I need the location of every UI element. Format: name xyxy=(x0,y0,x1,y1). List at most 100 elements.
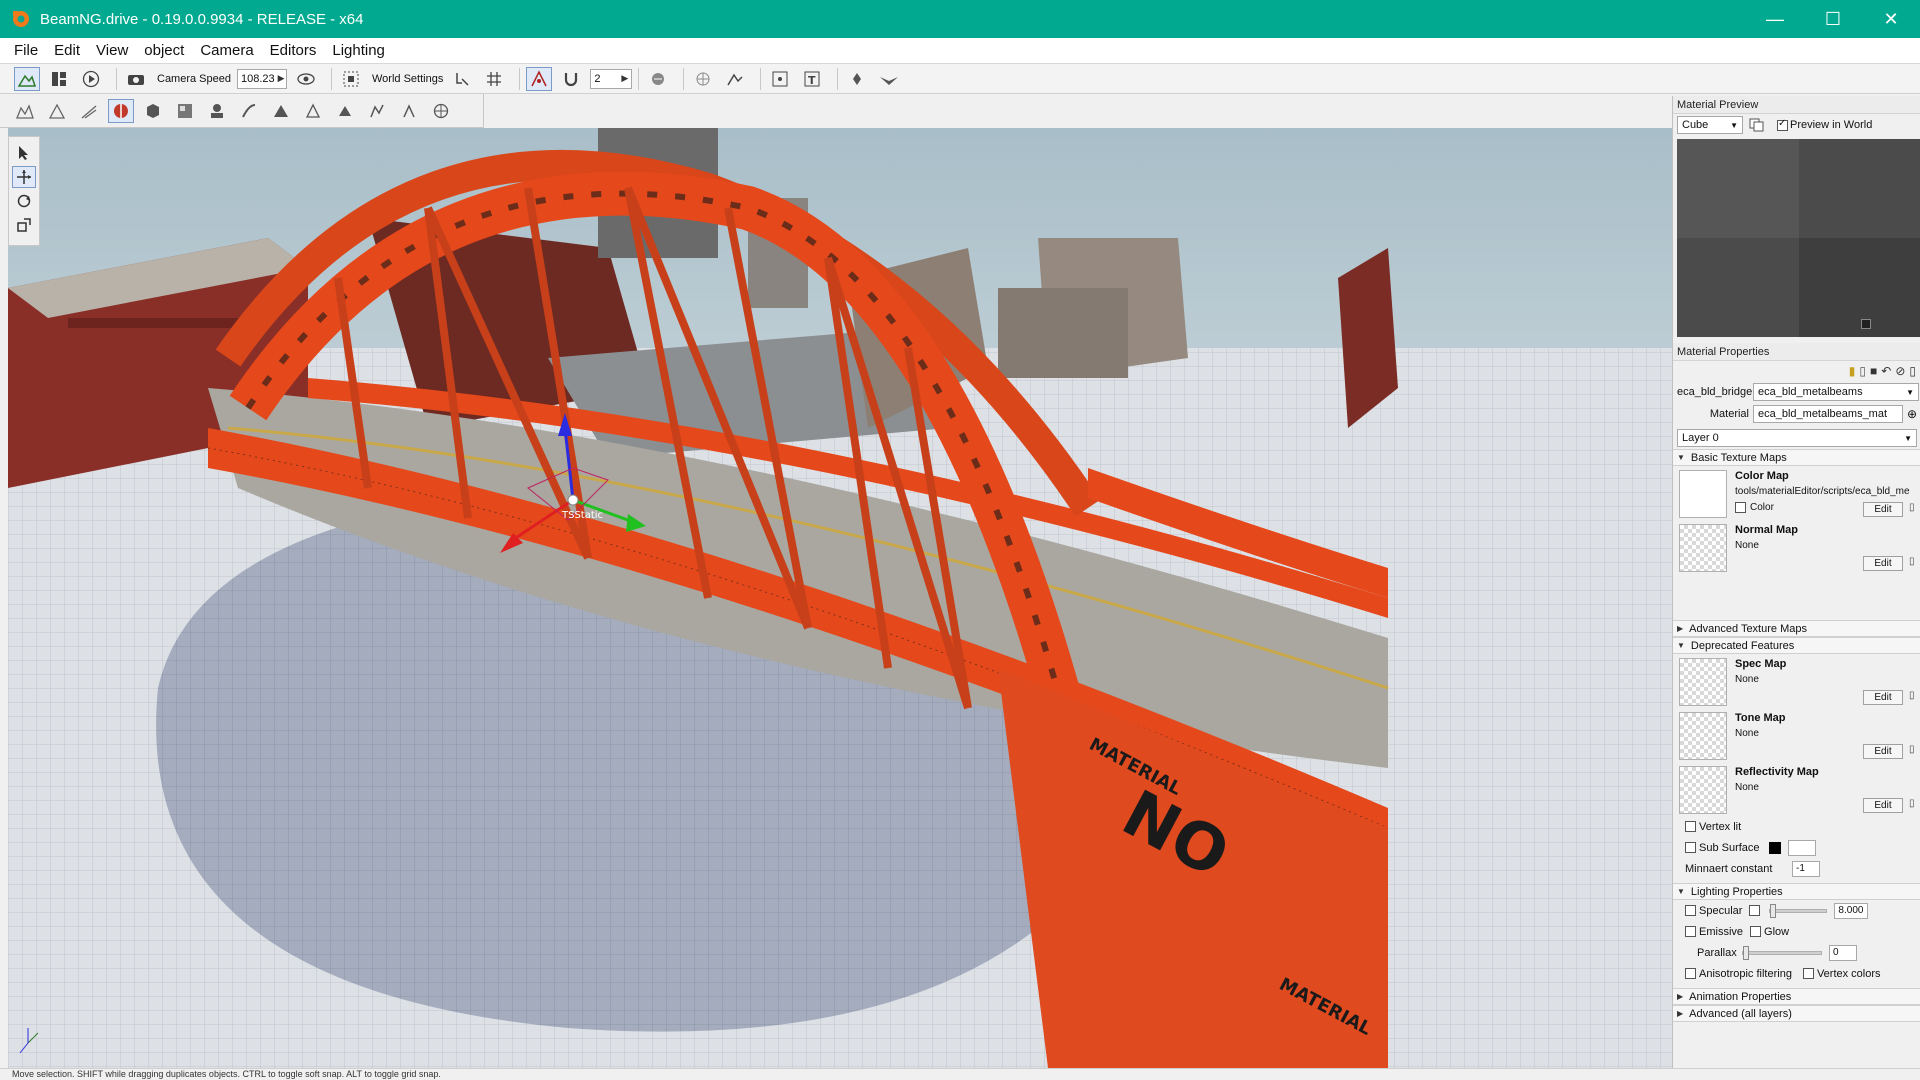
nav-mesh-icon[interactable] xyxy=(332,99,358,123)
open-folder-icon[interactable]: ▮ xyxy=(1849,364,1856,378)
globe-icon[interactable]: ⊕ xyxy=(1907,407,1917,421)
save-icon[interactable]: ■ xyxy=(1870,364,1877,378)
menu-file[interactable]: File xyxy=(0,42,46,59)
object-editor-icon[interactable] xyxy=(108,98,134,123)
eye-icon[interactable] xyxy=(293,67,319,91)
section-animation-properties[interactable]: ▶ Animation Properties xyxy=(1673,988,1920,1005)
trash-icon[interactable]: ▯ xyxy=(1909,744,1919,759)
scale-icon[interactable] xyxy=(12,214,36,236)
specular-color-swatch[interactable] xyxy=(1749,905,1761,916)
spec-map-thumbnail[interactable] xyxy=(1679,658,1727,706)
specular-power-slider[interactable] xyxy=(1769,903,1828,918)
trash-icon[interactable]: ▯ xyxy=(1909,556,1919,571)
menu-edit[interactable]: Edit xyxy=(46,42,88,59)
reflectivity-map-edit-button[interactable]: Edit xyxy=(1863,798,1903,813)
trash-icon[interactable]: ▯ xyxy=(1909,798,1919,813)
maximize-button[interactable]: ☐ xyxy=(1804,0,1862,38)
forest-icon[interactable] xyxy=(300,99,326,123)
close-button[interactable]: ✕ xyxy=(1862,0,1920,38)
delete-icon[interactable]: ▯ xyxy=(1909,364,1916,378)
vertex-colors-checkbox[interactable] xyxy=(1802,968,1814,979)
road-editor-icon[interactable] xyxy=(76,99,102,123)
normal-map-edit-button[interactable]: Edit xyxy=(1863,556,1903,571)
menu-object[interactable]: object xyxy=(136,42,192,59)
snap-icon[interactable] xyxy=(449,67,475,91)
color-checkbox[interactable] xyxy=(1735,502,1746,513)
material-icon[interactable] xyxy=(172,99,198,123)
emissive-checkbox[interactable] xyxy=(1685,926,1696,937)
terrain-snap-icon[interactable] xyxy=(645,67,671,91)
terrain-editor-icon[interactable] xyxy=(12,99,38,123)
reflectivity-map-thumbnail[interactable] xyxy=(1679,766,1727,814)
river-icon[interactable] xyxy=(236,99,262,123)
menu-editors[interactable]: Editors xyxy=(262,42,325,59)
color-map-thumbnail[interactable] xyxy=(1679,470,1727,518)
section-advanced-all-layers[interactable]: ▶ Advanced (all layers) xyxy=(1673,1005,1920,1022)
terrain-paint-icon[interactable] xyxy=(44,99,70,123)
sphere-icon[interactable] xyxy=(428,99,454,123)
object-snap-icon[interactable] xyxy=(722,67,748,91)
preview-options-icon[interactable] xyxy=(1749,118,1765,132)
section-basic-texture-maps[interactable]: ▼ Basic Texture Maps xyxy=(1673,449,1920,466)
sub-surface-checkbox[interactable] xyxy=(1685,842,1696,853)
scene-viewport[interactable]: NO MATERIAL MATERIAL TSStatic xyxy=(8,128,1672,1068)
play-icon[interactable] xyxy=(78,67,104,91)
fly-camera-icon[interactable] xyxy=(844,67,870,91)
camera-speed-input[interactable]: 108.23 ▶ xyxy=(237,68,287,89)
select-arrow-icon[interactable] xyxy=(12,142,36,164)
material-preview-canvas[interactable] xyxy=(1677,139,1920,337)
text-labels-icon[interactable]: T xyxy=(799,67,825,91)
specular-power-input[interactable]: 8.000 xyxy=(1834,902,1869,919)
grid-size-input[interactable]: 2 ▶ xyxy=(590,68,633,89)
grid-icon[interactable] xyxy=(481,67,507,91)
world-editor-icon[interactable] xyxy=(14,66,40,91)
shape-icon[interactable] xyxy=(140,99,166,123)
parallax-slider[interactable] xyxy=(1742,945,1822,960)
parallax-input[interactable]: 0 xyxy=(1829,944,1857,961)
section-advanced-texture-maps[interactable]: ▶ Advanced Texture Maps xyxy=(1673,620,1920,637)
bird-camera-icon[interactable] xyxy=(876,67,902,91)
trash-icon[interactable]: ▯ xyxy=(1909,690,1919,705)
rotate-icon[interactable] xyxy=(12,190,36,212)
specular-checkbox[interactable] xyxy=(1685,905,1696,916)
world-settings-label[interactable]: World Settings xyxy=(372,73,443,85)
trash-icon[interactable]: ▯ xyxy=(1909,502,1919,517)
normal-map-thumbnail[interactable] xyxy=(1679,524,1727,572)
new-file-icon[interactable]: ▯ xyxy=(1859,364,1866,378)
material-name-input[interactable]: eca_bld_metalbeams_mat xyxy=(1753,405,1903,423)
vertex-lit-checkbox[interactable] xyxy=(1685,821,1696,832)
sub-surface-color-swatch[interactable] xyxy=(1768,841,1781,854)
move-icon[interactable] xyxy=(12,166,36,188)
slider-knob[interactable] xyxy=(1743,945,1749,960)
slider-knob[interactable] xyxy=(1770,903,1777,918)
mesh-icon[interactable] xyxy=(204,99,230,123)
layout-icon[interactable] xyxy=(46,67,72,91)
section-deprecated-features[interactable]: ▼ Deprecated Features xyxy=(1673,637,1920,654)
menu-camera[interactable]: Camera xyxy=(192,42,261,59)
sub-surface-color-input[interactable] xyxy=(1787,839,1816,856)
preview-in-world-checkbox[interactable] xyxy=(1777,118,1788,131)
tone-map-edit-button[interactable]: Edit xyxy=(1863,744,1903,759)
layer-select[interactable]: Layer 0 ▼ xyxy=(1677,429,1917,447)
glow-checkbox[interactable] xyxy=(1750,926,1762,937)
soft-snap-icon[interactable] xyxy=(526,66,553,91)
mesh-road-icon[interactable] xyxy=(364,99,390,123)
mesh-material-select[interactable]: eca_bld_metalbeams ▼ xyxy=(1753,383,1919,401)
frame-selection-icon[interactable] xyxy=(338,67,364,91)
camera-icon[interactable] xyxy=(123,67,149,91)
particle-icon[interactable] xyxy=(396,99,422,123)
minnaert-input[interactable]: -1 xyxy=(1792,860,1820,877)
preview-resize-handle[interactable] xyxy=(1861,319,1871,329)
revert-icon[interactable]: ↶ xyxy=(1881,364,1891,378)
menu-lighting[interactable]: Lighting xyxy=(324,42,393,59)
minimize-button[interactable]: — xyxy=(1746,0,1804,38)
anisotropic-checkbox[interactable] xyxy=(1685,968,1696,979)
color-map-edit-button[interactable]: Edit xyxy=(1863,502,1903,517)
selection-center-icon[interactable] xyxy=(767,67,793,91)
decal-icon[interactable] xyxy=(268,99,294,123)
bounds-icon[interactable] xyxy=(690,67,716,91)
spec-map-edit-button[interactable]: Edit xyxy=(1863,690,1903,705)
clear-icon[interactable]: ⊘ xyxy=(1895,364,1905,378)
menu-view[interactable]: View xyxy=(88,42,136,59)
tone-map-thumbnail[interactable] xyxy=(1679,712,1727,760)
